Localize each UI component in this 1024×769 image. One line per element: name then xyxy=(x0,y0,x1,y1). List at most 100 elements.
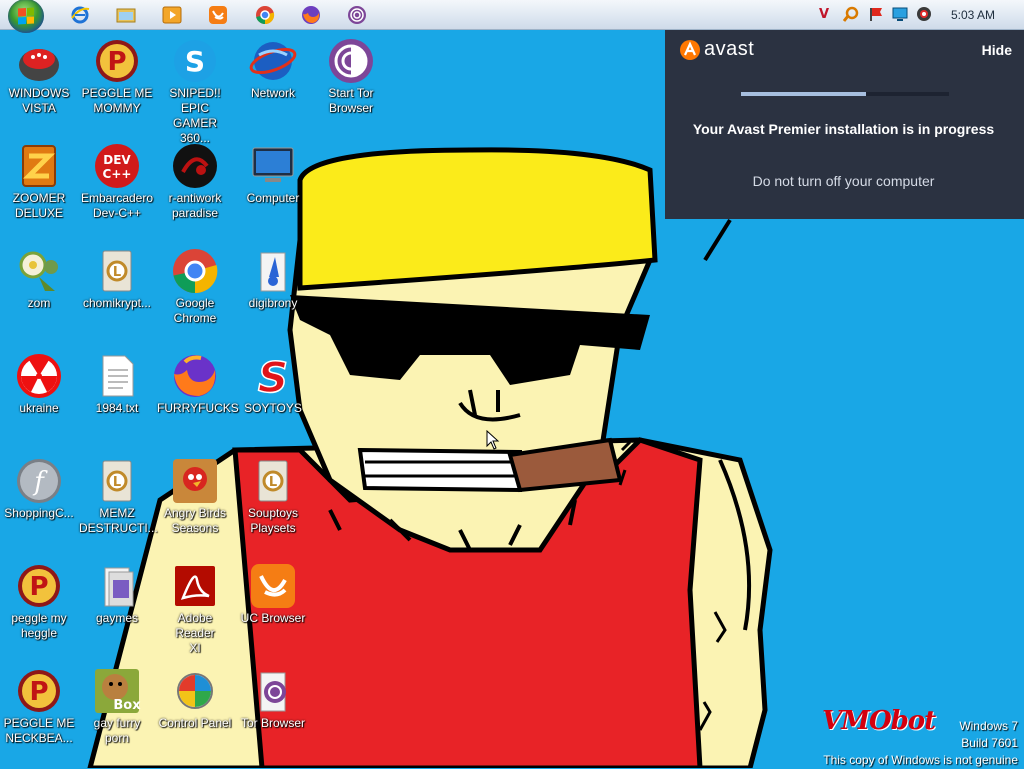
desktop-icon-label: Tor Browser xyxy=(240,716,305,730)
taskbar: V 5:03 AM xyxy=(0,0,1024,33)
svg-text:C++: C++ xyxy=(103,167,132,181)
media-player-icon[interactable] xyxy=(162,5,182,25)
shortcut-icon: L xyxy=(93,457,141,505)
vista-icon xyxy=(15,37,63,85)
avast-brand-name: avast xyxy=(704,38,755,60)
desktop-icon-shoppingc[interactable]: f ShoppingC... xyxy=(1,457,77,521)
windows-explorer-icon[interactable] xyxy=(116,5,136,25)
install-submessage: Do not turn off your computer xyxy=(752,173,935,189)
start-button[interactable] xyxy=(8,0,44,33)
svg-text:P: P xyxy=(29,677,48,707)
desktop-icon-r-antiwork-paradise[interactable]: r-antiwork paradise xyxy=(157,142,233,221)
watermark-line-2: Build 7601 xyxy=(961,736,1018,750)
desktop-icon-zom[interactable]: zom xyxy=(1,247,77,311)
desktop-icon-label: ZOOMER DELUXE xyxy=(12,191,66,220)
desktop-icon-label: PEGGLE ME MOMMY xyxy=(81,86,153,115)
desktop-icon-control-panel[interactable]: Control Panel xyxy=(157,667,233,731)
uc-browser-icon[interactable] xyxy=(208,5,228,25)
desktop-icon-google-chrome[interactable]: Google Chrome xyxy=(157,247,233,326)
desktop-icon-label: peggle my heggle xyxy=(11,611,67,640)
v-tray-icon[interactable]: V xyxy=(816,6,832,22)
desktop-icon-label: Control Panel xyxy=(158,716,232,730)
install-progress-bar xyxy=(741,92,949,96)
avast-logo: avast xyxy=(679,38,754,61)
desktop-icon-label: Souptoys Playsets xyxy=(247,506,299,535)
desktop-icon-uc-browser[interactable]: UC Browser xyxy=(235,562,311,626)
desktop-icon-label: Start Tor Browser xyxy=(328,86,374,115)
desktop-icon-peggle-me-neckbea[interactable]: P PEGGLE ME NECKBEA... xyxy=(1,667,77,746)
shortcut-icon: L xyxy=(249,457,297,505)
desktop-icon-label: ShoppingC... xyxy=(4,506,74,520)
network-icon xyxy=(249,37,297,85)
desktop-icon-ukraine[interactable]: ukraine xyxy=(1,352,77,416)
tor-browser-icon[interactable] xyxy=(347,5,367,25)
desktop-icon-chomikrypt[interactable]: L chomikrypt... xyxy=(79,247,155,311)
desktop-icon-label: FURRYFUCKS xyxy=(157,401,239,415)
desktop-icon-gay-furry-porn[interactable]: Box gay furry porn xyxy=(79,667,155,746)
desktop-icon-1984-txt[interactable]: 1984.txt xyxy=(79,352,155,416)
control-panel-icon xyxy=(171,667,219,715)
desktop-icon-angry-birds-seasons[interactable]: Angry Birds Seasons xyxy=(157,457,233,536)
desktop-icon-tor-browser[interactable]: Tor Browser xyxy=(235,667,311,731)
desktop-icon-windows-vista[interactable]: WINDOWS VISTA xyxy=(1,37,77,116)
desktop-icon-gaymes[interactable]: gaymes xyxy=(79,562,155,626)
desktop-icon-furryfucks[interactable]: FURRYFUCKS xyxy=(157,352,239,416)
desktop-icon-label: SOYTOYS xyxy=(244,401,302,415)
desktop-icon-digibrony[interactable]: digibrony xyxy=(235,247,311,311)
windows-genuine-watermark: Windows 7 Build 7601 This copy of Window… xyxy=(823,718,1018,769)
monitor-tray-icon[interactable] xyxy=(892,6,908,22)
install-message: Your Avast Premier installation is in pr… xyxy=(692,121,995,137)
desktop-icon-peggle-my-heggle[interactable]: P peggle my heggle xyxy=(1,562,77,641)
desktop-icon-memz-destructi[interactable]: L MEMZ DESTRUCTI... xyxy=(79,457,158,536)
svg-text:DEV: DEV xyxy=(103,153,131,167)
tor-folder-icon xyxy=(249,667,297,715)
hide-button[interactable]: Hide xyxy=(982,42,1012,58)
desktop-icon-embarcadero-dev-cpp[interactable]: DEV C++ Embarcadero Dev-C++ xyxy=(79,142,155,221)
box-glyph: Box xyxy=(113,698,141,713)
desktop-icon-adobe-reader-xi[interactable]: Adobe Reader XI xyxy=(157,562,233,656)
radiation-icon xyxy=(15,352,63,400)
desktop-icon-sniped-epic-gamer[interactable]: S SNIPED!! EPIC GAMER 360... xyxy=(157,37,233,146)
desktop-icon-zoomer-deluxe[interactable]: ZOOMER DELUXE xyxy=(1,142,77,221)
chrome-icon xyxy=(171,247,219,295)
tor-icon xyxy=(327,37,375,85)
desktop-icon-soytoys[interactable]: S SOYTOYS xyxy=(235,352,311,416)
mouse-cursor-icon xyxy=(486,430,500,450)
desktop-icon-label: UC Browser xyxy=(240,611,306,625)
desktop-icon-label: SNIPED!! EPIC GAMER 360... xyxy=(169,86,221,145)
peggle-icon: P xyxy=(15,667,63,715)
devcpp-icon: DEV C++ xyxy=(93,142,141,190)
desktop-icon-peggle-me-mommy[interactable]: P PEGGLE ME MOMMY xyxy=(79,37,155,116)
soytoys-glyph: S xyxy=(258,353,288,400)
zom-icon xyxy=(15,247,63,295)
taskbar-clock[interactable]: 5:03 AM xyxy=(930,0,1016,30)
desktop-icon-label: Google Chrome xyxy=(173,296,217,325)
search-tray-icon[interactable] xyxy=(843,6,859,22)
firefox-icon[interactable] xyxy=(301,5,321,25)
firefox-icon xyxy=(171,352,219,400)
computer-icon xyxy=(249,142,297,190)
uc-browser-icon xyxy=(249,562,297,610)
desktop-icon-label: gay furry porn xyxy=(93,716,141,745)
desktop-icon-network[interactable]: Network xyxy=(235,37,311,101)
shortcut-glyph: L xyxy=(113,265,121,280)
soytoys-icon: S xyxy=(249,352,297,400)
skype-icon: S xyxy=(171,37,219,85)
chrome-icon[interactable] xyxy=(255,5,275,25)
folder-icon xyxy=(93,562,141,610)
desktop-icon-label: WINDOWS VISTA xyxy=(8,86,70,115)
desktop-icon-label: digibrony xyxy=(248,296,298,310)
desktop-icon-label: Adobe Reader XI xyxy=(175,611,215,655)
internet-explorer-icon[interactable] xyxy=(70,5,90,25)
svg-text:P: P xyxy=(29,572,48,602)
desktop-icon-start-tor-browser[interactable]: Start Tor Browser xyxy=(313,37,389,116)
flag-tray-icon[interactable] xyxy=(868,6,884,22)
desktop-icon-label: Embarcadero Dev-C++ xyxy=(80,191,154,220)
shortcut-glyph: L xyxy=(113,475,121,490)
desktop-icon-computer[interactable]: Computer xyxy=(235,142,311,206)
desktop-icon-label: PEGGLE ME NECKBEA... xyxy=(3,716,75,745)
watermark-line-1: Windows 7 xyxy=(959,719,1018,733)
desktop-icon-label: ukraine xyxy=(19,401,59,415)
desktop-icon-souptoys-playsets[interactable]: L Souptoys Playsets xyxy=(235,457,311,536)
desktop-icon-label: Angry Birds Seasons xyxy=(163,506,227,535)
